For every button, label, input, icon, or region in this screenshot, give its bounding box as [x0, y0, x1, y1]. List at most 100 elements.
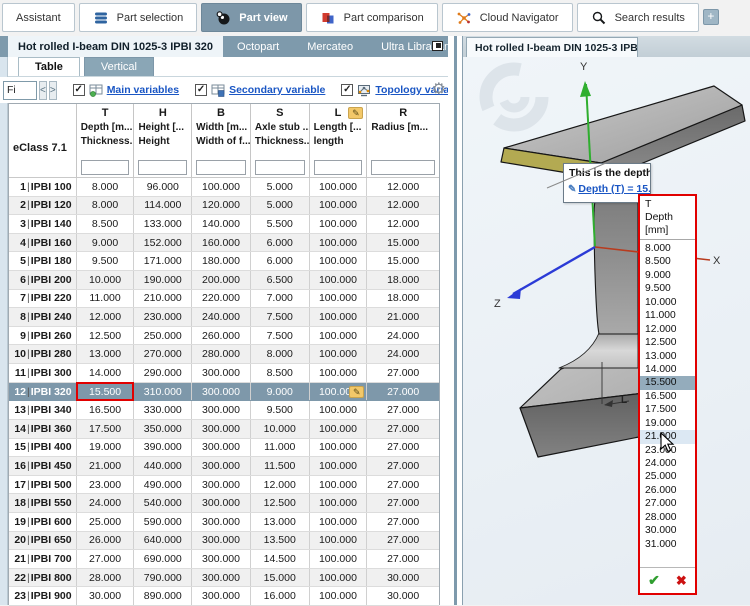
cell-T[interactable]: 14.000: [77, 364, 135, 382]
row-label[interactable]: 10|IPBI 280: [9, 345, 77, 363]
cell-L[interactable]: 100.000: [310, 439, 368, 457]
column-header-R[interactable]: R Radius [m...: [367, 104, 439, 158]
cell-R[interactable]: 27.000: [367, 550, 439, 568]
cell-S[interactable]: 5.000: [251, 178, 310, 196]
table-row[interactable]: 20|IPBI 650 26.000 640.000 300.000 13.50…: [9, 532, 439, 551]
cell-B[interactable]: 180.000: [192, 252, 251, 270]
table-row[interactable]: 4|IPBI 160 9.000 152.000 160.000 6.000 1…: [9, 234, 439, 253]
cell-H[interactable]: 440.000: [134, 457, 192, 475]
cell-B[interactable]: 300.000: [192, 550, 251, 568]
table-row[interactable]: 6|IPBI 200 10.000 190.000 200.000 6.500 …: [9, 271, 439, 290]
cell-L[interactable]: 100.000: [310, 215, 368, 233]
cell-L[interactable]: 100.000✎: [310, 383, 368, 401]
cell-H[interactable]: 114.000: [134, 197, 192, 215]
cell-L[interactable]: 100.000: [310, 476, 368, 494]
row-label[interactable]: 14|IPBI 360: [9, 420, 77, 438]
cell-H[interactable]: 540.000: [134, 494, 192, 512]
cell-B[interactable]: 240.000: [192, 308, 251, 326]
row-label[interactable]: 12|IPBI 320: [9, 383, 77, 401]
cell-B[interactable]: 140.000: [192, 215, 251, 233]
table-row[interactable]: 22|IPBI 800 28.000 790.000 300.000 15.00…: [9, 569, 439, 588]
cell-L[interactable]: 100.000: [310, 494, 368, 512]
cell-H[interactable]: 152.000: [134, 234, 192, 252]
cell-L[interactable]: 100.000: [310, 345, 368, 363]
cell-T[interactable]: 17.500: [77, 420, 135, 438]
cell-H[interactable]: 310.000: [134, 383, 192, 401]
cell-H[interactable]: 890.000: [134, 587, 192, 605]
cell-R[interactable]: 27.000: [367, 476, 439, 494]
row-label[interactable]: 7|IPBI 220: [9, 290, 77, 308]
checkbox[interactable]: ✓: [195, 84, 207, 96]
cell-T[interactable]: 26.000: [77, 532, 135, 550]
cell-T[interactable]: 10.000: [77, 271, 135, 289]
table-row[interactable]: 18|IPBI 550 24.000 540.000 300.000 12.50…: [9, 494, 439, 513]
cell-R[interactable]: 30.000: [367, 569, 439, 587]
row-label[interactable]: 11|IPBI 300: [9, 364, 77, 382]
cell-B[interactable]: 300.000: [192, 513, 251, 531]
cell-T[interactable]: 9.500: [77, 252, 135, 270]
cell-T[interactable]: 23.000: [77, 476, 135, 494]
table-row[interactable]: 5|IPBI 180 9.500 171.000 180.000 6.000 1…: [9, 252, 439, 271]
cell-R[interactable]: 27.000: [367, 364, 439, 382]
table-row[interactable]: 17|IPBI 500 23.000 490.000 300.000 12.00…: [9, 476, 439, 495]
cell-T[interactable]: 16.500: [77, 401, 135, 419]
table-row[interactable]: 9|IPBI 260 12.500 250.000 260.000 7.500 …: [9, 327, 439, 346]
cell-R[interactable]: 27.000: [367, 383, 439, 401]
main-variables-link[interactable]: Main variables: [107, 84, 179, 96]
cell-H[interactable]: 230.000: [134, 308, 192, 326]
cell-B[interactable]: 220.000: [192, 290, 251, 308]
table-row[interactable]: 13|IPBI 340 16.500 330.000 300.000 9.500…: [9, 401, 439, 420]
cell-H[interactable]: 790.000: [134, 569, 192, 587]
cell-L[interactable]: 100.000: [310, 457, 368, 475]
cell-H[interactable]: 640.000: [134, 532, 192, 550]
picker-value-item[interactable]: 12.000: [640, 323, 695, 336]
cell-R[interactable]: 15.000: [367, 252, 439, 270]
table-row[interactable]: 16|IPBI 450 21.000 440.000 300.000 11.50…: [9, 457, 439, 476]
cell-R[interactable]: 12.000: [367, 197, 439, 215]
cell-S[interactable]: 7.000: [251, 290, 310, 308]
cell-R[interactable]: 18.000: [367, 290, 439, 308]
checkbox[interactable]: ✓: [341, 84, 353, 96]
cell-S[interactable]: 5.500: [251, 215, 310, 233]
cell-L[interactable]: 100.000: [310, 587, 368, 605]
cell-L[interactable]: 100.000: [310, 550, 368, 568]
picker-value-item[interactable]: 17.500: [640, 403, 695, 416]
depth-value-picker[interactable]: T Depth [mm] 8.0008.5009.0009.50010.0001…: [638, 194, 697, 595]
cell-R[interactable]: 30.000: [367, 587, 439, 605]
cell-T[interactable]: 8.000: [77, 178, 135, 196]
cell-R[interactable]: 18.000: [367, 271, 439, 289]
cell-S[interactable]: 14.500: [251, 550, 310, 568]
cell-R[interactable]: 24.000: [367, 327, 439, 345]
cell-L[interactable]: 100.000: [310, 178, 368, 196]
checkbox[interactable]: ✓: [73, 84, 85, 96]
cell-B[interactable]: 260.000: [192, 327, 251, 345]
cell-H[interactable]: 190.000: [134, 271, 192, 289]
cell-T[interactable]: 27.000: [77, 550, 135, 568]
doc-tab-mercateo[interactable]: Mercateo: [293, 36, 367, 57]
cell-T[interactable]: 8.500: [77, 215, 135, 233]
column-filter-input[interactable]: [196, 160, 246, 175]
column-header-H[interactable]: H Height [... Height: [134, 104, 192, 158]
cell-B[interactable]: 300.000: [192, 383, 251, 401]
secondary-variables-link[interactable]: Secondary variable: [229, 84, 325, 96]
table-row[interactable]: 1|IPBI 100 8.000 96.000 100.000 5.000 10…: [9, 178, 439, 197]
column-filter-input[interactable]: [255, 160, 305, 175]
picker-value-item[interactable]: 12.500: [640, 336, 695, 349]
cell-H[interactable]: 590.000: [134, 513, 192, 531]
cell-B[interactable]: 100.000: [192, 178, 251, 196]
cell-S[interactable]: 11.500: [251, 457, 310, 475]
edit-pencil-icon[interactable]: ✎: [349, 386, 364, 398]
cell-S[interactable]: 12.500: [251, 494, 310, 512]
cell-R[interactable]: 27.000: [367, 494, 439, 512]
edit-pencil-icon[interactable]: ✎: [348, 107, 363, 119]
cell-S[interactable]: 12.000: [251, 476, 310, 494]
row-label[interactable]: 19|IPBI 600: [9, 513, 77, 531]
tab-search-results[interactable]: Search results: [577, 3, 699, 32]
column-header-S[interactable]: S Axle stub ... Thickness...: [251, 104, 310, 158]
picker-value-item[interactable]: 14.000: [640, 363, 695, 376]
column-header-B[interactable]: B Width [m... Width of f...: [192, 104, 251, 158]
cell-H[interactable]: 250.000: [134, 327, 192, 345]
cell-S[interactable]: 7.500: [251, 308, 310, 326]
picker-value-item[interactable]: 9.000: [640, 269, 695, 282]
confirm-button[interactable]: ✔: [648, 572, 660, 589]
